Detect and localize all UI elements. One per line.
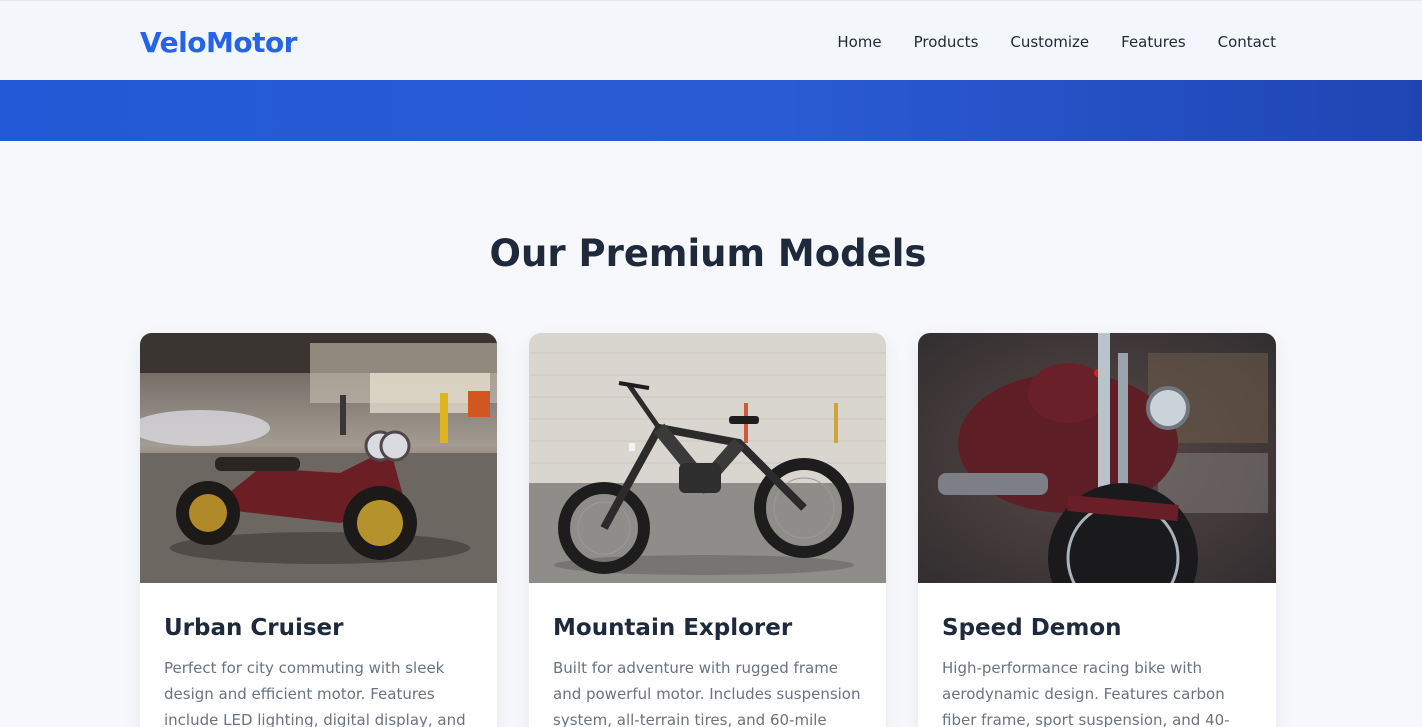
nav-item-home[interactable]: Home bbox=[837, 30, 881, 54]
product-card-speed-demon[interactable]: Speed Demon High-performance racing bike… bbox=[918, 333, 1276, 727]
product-title: Speed Demon bbox=[942, 615, 1122, 641]
main-nav: Home Products Customize Features Contact bbox=[837, 30, 1276, 54]
nav-item-features[interactable]: Features bbox=[1121, 30, 1186, 54]
nav-item-products[interactable]: Products bbox=[914, 30, 979, 54]
section-title: Our Premium Models bbox=[489, 232, 927, 275]
ebike-photo[interactable] bbox=[529, 333, 886, 583]
nav-item-customize[interactable]: Customize bbox=[1010, 30, 1089, 54]
product-card-urban-cruiser[interactable]: Urban Cruiser Perfect for city commuting… bbox=[140, 333, 497, 727]
product-card-mountain-explorer[interactable]: Mountain Explorer Built for adventure wi… bbox=[529, 333, 886, 727]
scooter-photo[interactable] bbox=[140, 333, 497, 583]
site-header: VeloMotor Home Products Customize Featur… bbox=[0, 0, 1422, 80]
product-description: Built for adventure with rugged frame an… bbox=[553, 659, 861, 727]
hero-banner bbox=[0, 80, 1422, 141]
nav-item-contact[interactable]: Contact bbox=[1218, 30, 1276, 54]
brand-logo[interactable]: VeloMotor bbox=[140, 25, 298, 61]
motorcycle-photo-svg bbox=[918, 333, 1276, 583]
scooter-photo-svg bbox=[140, 333, 497, 583]
product-title: Urban Cruiser bbox=[164, 615, 344, 641]
product-description: High-performance racing bike with aerody… bbox=[942, 659, 1230, 727]
motorcycle-photo[interactable] bbox=[918, 333, 1276, 583]
product-description: Perfect for city commuting with sleek de… bbox=[164, 659, 466, 727]
ebike-photo-svg bbox=[529, 333, 886, 583]
product-title: Mountain Explorer bbox=[553, 615, 793, 641]
